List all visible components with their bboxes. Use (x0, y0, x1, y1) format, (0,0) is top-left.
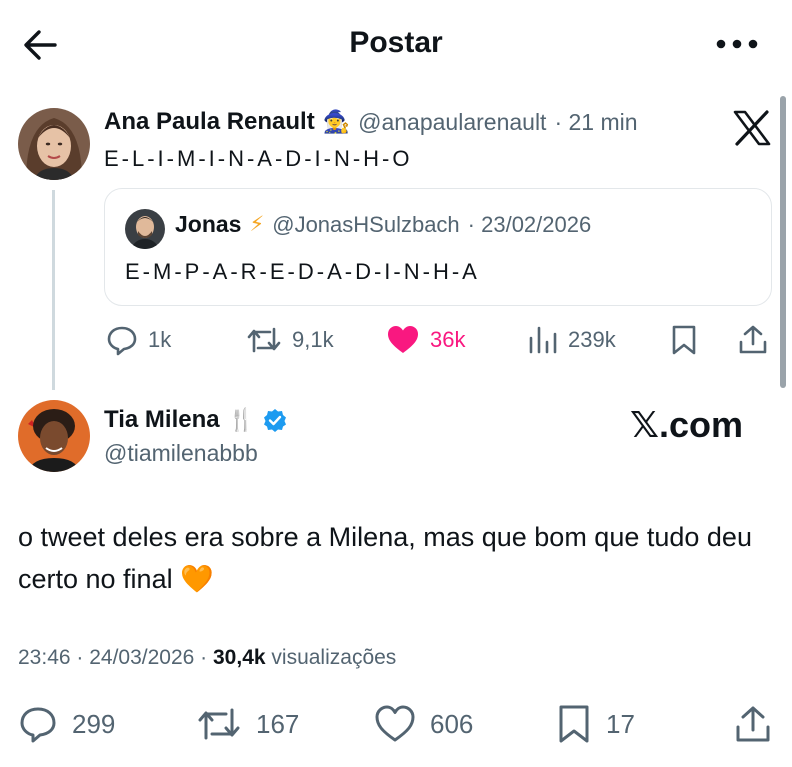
repost-icon (247, 327, 281, 353)
main-author-emoji: 🍴 (227, 407, 255, 432)
author-name[interactable]: Ana Paula Renault (104, 108, 315, 136)
x-com-watermark: 𝕏.com (630, 404, 744, 445)
verified-badge-icon (264, 409, 286, 432)
post-timestamp[interactable]: 23:46 · 24/03/2026 · (18, 646, 207, 669)
like-button[interactable]: 606 (374, 704, 473, 744)
avatar-ana-paula-image (18, 108, 90, 180)
bookmark-button[interactable]: 17 (556, 704, 635, 744)
bookmark-count: 17 (606, 708, 635, 739)
inner-quote-card[interactable]: Jonas ⚡ @JonasHSulzbach · 23/02/2026 E-M… (104, 188, 772, 306)
top-bar: Postar (0, 0, 792, 90)
author-handle[interactable]: @anapaularenault (358, 109, 546, 136)
thread-line (52, 190, 55, 390)
inner-author-emoji: ⚡ (249, 213, 265, 236)
avatar-tia-milena-image (18, 400, 90, 472)
avatar-tia-milena[interactable] (18, 400, 90, 472)
post-meta: 23:46 · 24/03/2026 · 30,4k visualizações (18, 646, 396, 670)
share-icon (736, 706, 770, 742)
inner-author-name: Jonas (175, 211, 242, 237)
quoted-like-count: 36k (430, 327, 466, 352)
views-icon (529, 326, 557, 354)
post-time: · 21 min (554, 108, 638, 135)
views-label: visualizações (271, 646, 397, 669)
like-count: 606 (430, 708, 474, 739)
quoted-reply-count: 1k (148, 327, 172, 352)
quoted-share-button[interactable] (738, 324, 768, 356)
page-title: Postar (349, 26, 443, 59)
share-icon (739, 325, 767, 354)
main-author-handle[interactable]: @tiamilenabbb (104, 440, 258, 467)
views-count: 30,4k (213, 646, 266, 669)
repost-count: 167 (256, 708, 300, 739)
more-horizontal-icon (716, 39, 758, 49)
repost-button[interactable]: 167 (196, 704, 299, 744)
repost-icon (198, 708, 240, 740)
quoted-post-header: Ana Paula Renault 🧙‍♀️ @anapaularenault … (104, 108, 638, 136)
author-emoji: 🧙‍♀️ (322, 109, 351, 134)
bookmark-icon (672, 325, 696, 355)
reply-button[interactable]: 299 (18, 704, 115, 744)
reply-icon (20, 707, 56, 743)
x-logo-icon (732, 110, 772, 151)
quoted-like-button[interactable]: 36k (386, 324, 465, 356)
reply-count: 299 (72, 708, 116, 739)
quoted-views-button[interactable]: 239k (528, 324, 616, 356)
quoted-bookmark-button[interactable] (670, 324, 698, 356)
inner-quote-header: Jonas ⚡ @JonasHSulzbach · 23/02/2026 (175, 211, 591, 238)
quoted-reply-button[interactable]: 1k (106, 324, 171, 356)
bookmark-icon (559, 705, 589, 743)
quoted-repost-count: 9,1k (292, 327, 334, 352)
heart-filled-icon (388, 326, 418, 353)
quoted-post-text: E-L-I-M-I-N-A-D-I-N-H-O (104, 146, 413, 171)
inner-quote-text: E-M-P-A-R-E-D-A-D-I-N-H-A (125, 259, 480, 284)
inner-author-handle: @JonasHSulzbach (272, 211, 460, 237)
avatar-jonas-image (125, 209, 165, 249)
avatar-ana-paula[interactable] (18, 108, 90, 180)
scrollbar[interactable] (780, 96, 786, 388)
more-options-button[interactable] (714, 36, 760, 52)
quoted-repost-button[interactable]: 9,1k (246, 324, 334, 356)
main-post-header: Tia Milena 🍴 (104, 406, 287, 434)
heart-icon (375, 705, 415, 742)
avatar-jonas (125, 209, 165, 249)
inner-post-date: · 23/02/2026 (467, 211, 592, 237)
main-post-text: o tweet deles era sobre a Milena, mas qu… (18, 522, 752, 594)
share-button[interactable] (734, 704, 772, 744)
reply-icon (107, 326, 137, 356)
main-author-name[interactable]: Tia Milena (104, 406, 220, 434)
quoted-views-count: 239k (568, 327, 616, 352)
